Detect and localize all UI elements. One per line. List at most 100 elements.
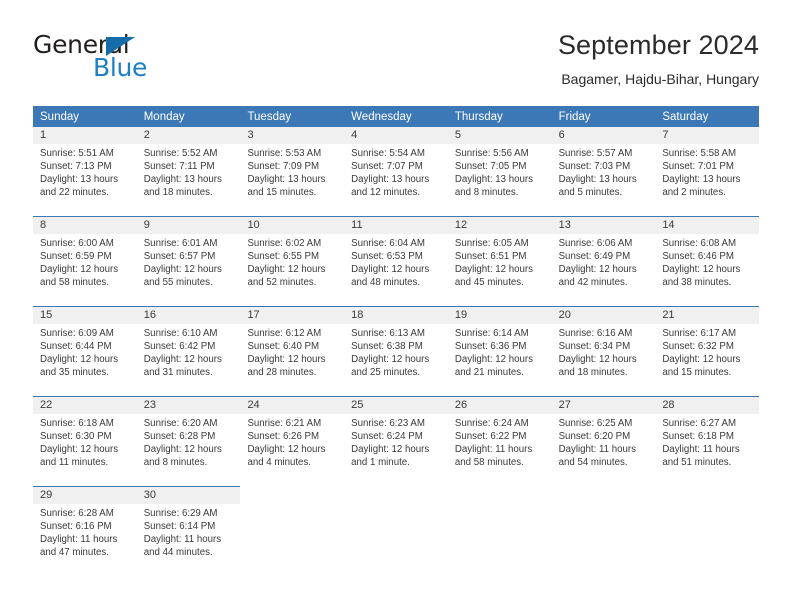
day-number: 13 [551, 217, 656, 234]
calendar-day-cell-empty [655, 486, 760, 572]
sunset-text: Sunset: 6:53 PM [351, 251, 423, 263]
weekday-header-row: Sunday Monday Tuesday Wednesday Thursday… [33, 106, 759, 126]
daylight-text-line2: and 5 minutes. [558, 187, 623, 199]
sunset-text: Sunset: 6:44 PM [40, 341, 112, 353]
brand-logo[interactable]: General Blue [33, 32, 233, 88]
calendar-day-cell[interactable]: 27 Sunrise: 6:25 AM Sunset: 6:20 PM Dayl… [551, 396, 656, 486]
daylight-text-line1: Daylight: 11 hours [454, 444, 533, 456]
sunset-text: Sunset: 6:22 PM [454, 431, 527, 443]
calendar-day-cell[interactable]: 21 Sunrise: 6:17 AM Sunset: 6:32 PM Dayl… [655, 306, 760, 396]
calendar-day-cell[interactable]: 28 Sunrise: 6:27 AM Sunset: 6:18 PM Dayl… [655, 396, 760, 486]
calendar-day-cell[interactable]: 10 Sunrise: 6:02 AM Sunset: 6:55 PM Dayl… [240, 216, 345, 306]
sunset-text: Sunset: 7:09 PM [247, 161, 320, 173]
daylight-text-line2: and 44 minutes. [143, 547, 213, 559]
calendar-day-cell[interactable]: 29 Sunrise: 6:28 AM Sunset: 6:16 PM Dayl… [33, 486, 137, 572]
daylight-text-line2: and 52 minutes. [247, 277, 317, 289]
day-info: Sunrise: 6:23 AM Sunset: 6:24 PM Dayligh… [344, 414, 448, 469]
sunset-text: Sunset: 7:07 PM [351, 161, 423, 173]
calendar-day-cell[interactable]: 25 Sunrise: 6:23 AM Sunset: 6:24 PM Dayl… [344, 396, 448, 486]
day-number: 25 [344, 397, 448, 414]
sunrise-text: Sunrise: 6:08 AM [662, 238, 737, 249]
calendar-day-cell[interactable]: 9 Sunrise: 6:01 AM Sunset: 6:57 PM Dayli… [136, 216, 241, 306]
calendar-day-cell[interactable]: 2 Sunrise: 5:52 AM Sunset: 7:11 PM Dayli… [136, 126, 241, 216]
day-number: 5 [447, 127, 552, 144]
daylight-text-line1: Daylight: 13 hours [558, 174, 637, 186]
sunrise-text: Sunrise: 5:52 AM [143, 148, 218, 159]
daylight-text-line2: and 4 minutes. [247, 457, 311, 469]
day-info: Sunrise: 5:58 AM Sunset: 7:01 PM Dayligh… [655, 144, 759, 199]
day-number: 3 [240, 127, 345, 144]
sunrise-text: Sunrise: 6:01 AM [143, 238, 218, 249]
daylight-text-line2: and 38 minutes. [662, 277, 732, 289]
day-info: Sunrise: 6:10 AM Sunset: 6:42 PM Dayligh… [137, 324, 241, 379]
calendar-week-row: 22 Sunrise: 6:18 AM Sunset: 6:30 PM Dayl… [33, 396, 760, 486]
day-number: 15 [33, 307, 137, 324]
calendar-day-cell[interactable]: 17 Sunrise: 6:12 AM Sunset: 6:40 PM Dayl… [240, 306, 345, 396]
day-number: 9 [136, 217, 241, 234]
day-number: 1 [33, 127, 137, 144]
day-info: Sunrise: 6:24 AM Sunset: 6:22 PM Dayligh… [448, 414, 552, 469]
calendar-day-cell[interactable]: 6 Sunrise: 5:57 AM Sunset: 7:03 PM Dayli… [551, 126, 656, 216]
weekday-wednesday: Wednesday [351, 111, 412, 123]
day-number: 22 [33, 397, 137, 414]
sunset-text: Sunset: 6:18 PM [662, 431, 734, 443]
daylight-text-line2: and 8 minutes. [143, 457, 208, 469]
calendar-day-cell[interactable]: 22 Sunrise: 6:18 AM Sunset: 6:30 PM Dayl… [33, 396, 137, 486]
sunset-text: Sunset: 6:40 PM [247, 341, 320, 353]
daylight-text-line1: Daylight: 12 hours [143, 354, 222, 366]
day-info: Sunrise: 5:57 AM Sunset: 7:03 PM Dayligh… [552, 144, 656, 199]
sunset-text: Sunset: 6:55 PM [247, 251, 320, 263]
daylight-text-line1: Daylight: 12 hours [662, 354, 741, 366]
daylight-text-line1: Daylight: 11 hours [143, 534, 222, 546]
daylight-text-line2: and 12 minutes. [351, 187, 421, 199]
calendar-day-cell[interactable]: 26 Sunrise: 6:24 AM Sunset: 6:22 PM Dayl… [447, 396, 552, 486]
day-number: 12 [447, 217, 552, 234]
daylight-text-line1: Daylight: 13 hours [454, 174, 533, 186]
calendar-day-cell[interactable]: 30 Sunrise: 6:29 AM Sunset: 6:14 PM Dayl… [136, 486, 241, 572]
calendar-day-cell[interactable]: 18 Sunrise: 6:13 AM Sunset: 6:38 PM Dayl… [344, 306, 448, 396]
day-info: Sunrise: 6:16 AM Sunset: 6:34 PM Dayligh… [552, 324, 656, 379]
sunrise-text: Sunrise: 6:06 AM [558, 238, 633, 249]
calendar-day-cell[interactable]: 13 Sunrise: 6:06 AM Sunset: 6:49 PM Dayl… [551, 216, 656, 306]
daylight-text-line2: and 51 minutes. [662, 457, 732, 469]
calendar-day-cell[interactable]: 23 Sunrise: 6:20 AM Sunset: 6:28 PM Dayl… [136, 396, 241, 486]
daylight-text-line1: Daylight: 13 hours [143, 174, 222, 186]
daylight-text-line1: Daylight: 13 hours [247, 174, 326, 186]
day-number: 29 [33, 487, 137, 504]
calendar-day-cell[interactable]: 16 Sunrise: 6:10 AM Sunset: 6:42 PM Dayl… [136, 306, 241, 396]
sunrise-text: Sunrise: 5:58 AM [662, 148, 737, 159]
day-info: Sunrise: 5:56 AM Sunset: 7:05 PM Dayligh… [448, 144, 552, 199]
calendar-day-cell-empty [240, 486, 345, 572]
daylight-text-line1: Daylight: 12 hours [143, 444, 222, 456]
calendar-day-cell[interactable]: 12 Sunrise: 6:05 AM Sunset: 6:51 PM Dayl… [447, 216, 552, 306]
day-number: 10 [240, 217, 345, 234]
day-number: 18 [344, 307, 448, 324]
calendar-day-cell[interactable]: 15 Sunrise: 6:09 AM Sunset: 6:44 PM Dayl… [33, 306, 137, 396]
sunrise-text: Sunrise: 6:20 AM [143, 418, 218, 429]
calendar-day-cell[interactable]: 8 Sunrise: 6:00 AM Sunset: 6:59 PM Dayli… [33, 216, 137, 306]
calendar-day-cell[interactable]: 24 Sunrise: 6:21 AM Sunset: 6:26 PM Dayl… [240, 396, 345, 486]
calendar-day-cell[interactable]: 5 Sunrise: 5:56 AM Sunset: 7:05 PM Dayli… [447, 126, 552, 216]
calendar-day-cell[interactable]: 14 Sunrise: 6:08 AM Sunset: 6:46 PM Dayl… [655, 216, 760, 306]
calendar-day-cell[interactable]: 1 Sunrise: 5:51 AM Sunset: 7:13 PM Dayli… [33, 126, 137, 216]
sunset-text: Sunset: 6:26 PM [247, 431, 320, 443]
sunset-text: Sunset: 6:20 PM [558, 431, 631, 443]
calendar-day-cell[interactable]: 19 Sunrise: 6:14 AM Sunset: 6:36 PM Dayl… [447, 306, 552, 396]
calendar-week-row: 15 Sunrise: 6:09 AM Sunset: 6:44 PM Dayl… [33, 306, 760, 396]
calendar-day-cell[interactable]: 7 Sunrise: 5:58 AM Sunset: 7:01 PM Dayli… [655, 126, 760, 216]
day-info: Sunrise: 6:17 AM Sunset: 6:32 PM Dayligh… [655, 324, 759, 379]
sunrise-text: Sunrise: 6:04 AM [351, 238, 425, 249]
calendar-day-cell[interactable]: 4 Sunrise: 5:54 AM Sunset: 7:07 PM Dayli… [344, 126, 448, 216]
sunrise-text: Sunrise: 6:00 AM [40, 238, 114, 249]
calendar-day-cell[interactable]: 11 Sunrise: 6:04 AM Sunset: 6:53 PM Dayl… [344, 216, 448, 306]
day-number: 7 [655, 127, 760, 144]
day-number: 20 [551, 307, 656, 324]
calendar-day-cell[interactable]: 20 Sunrise: 6:16 AM Sunset: 6:34 PM Dayl… [551, 306, 656, 396]
day-info: Sunrise: 6:13 AM Sunset: 6:38 PM Dayligh… [344, 324, 448, 379]
sunset-text: Sunset: 6:32 PM [662, 341, 734, 353]
calendar-week-row: 1 Sunrise: 5:51 AM Sunset: 7:13 PM Dayli… [33, 126, 760, 216]
daylight-text-line1: Daylight: 11 hours [40, 534, 118, 546]
day-info: Sunrise: 6:28 AM Sunset: 6:16 PM Dayligh… [33, 504, 137, 559]
sunrise-text: Sunrise: 6:05 AM [454, 238, 529, 249]
calendar-day-cell[interactable]: 3 Sunrise: 5:53 AM Sunset: 7:09 PM Dayli… [240, 126, 345, 216]
